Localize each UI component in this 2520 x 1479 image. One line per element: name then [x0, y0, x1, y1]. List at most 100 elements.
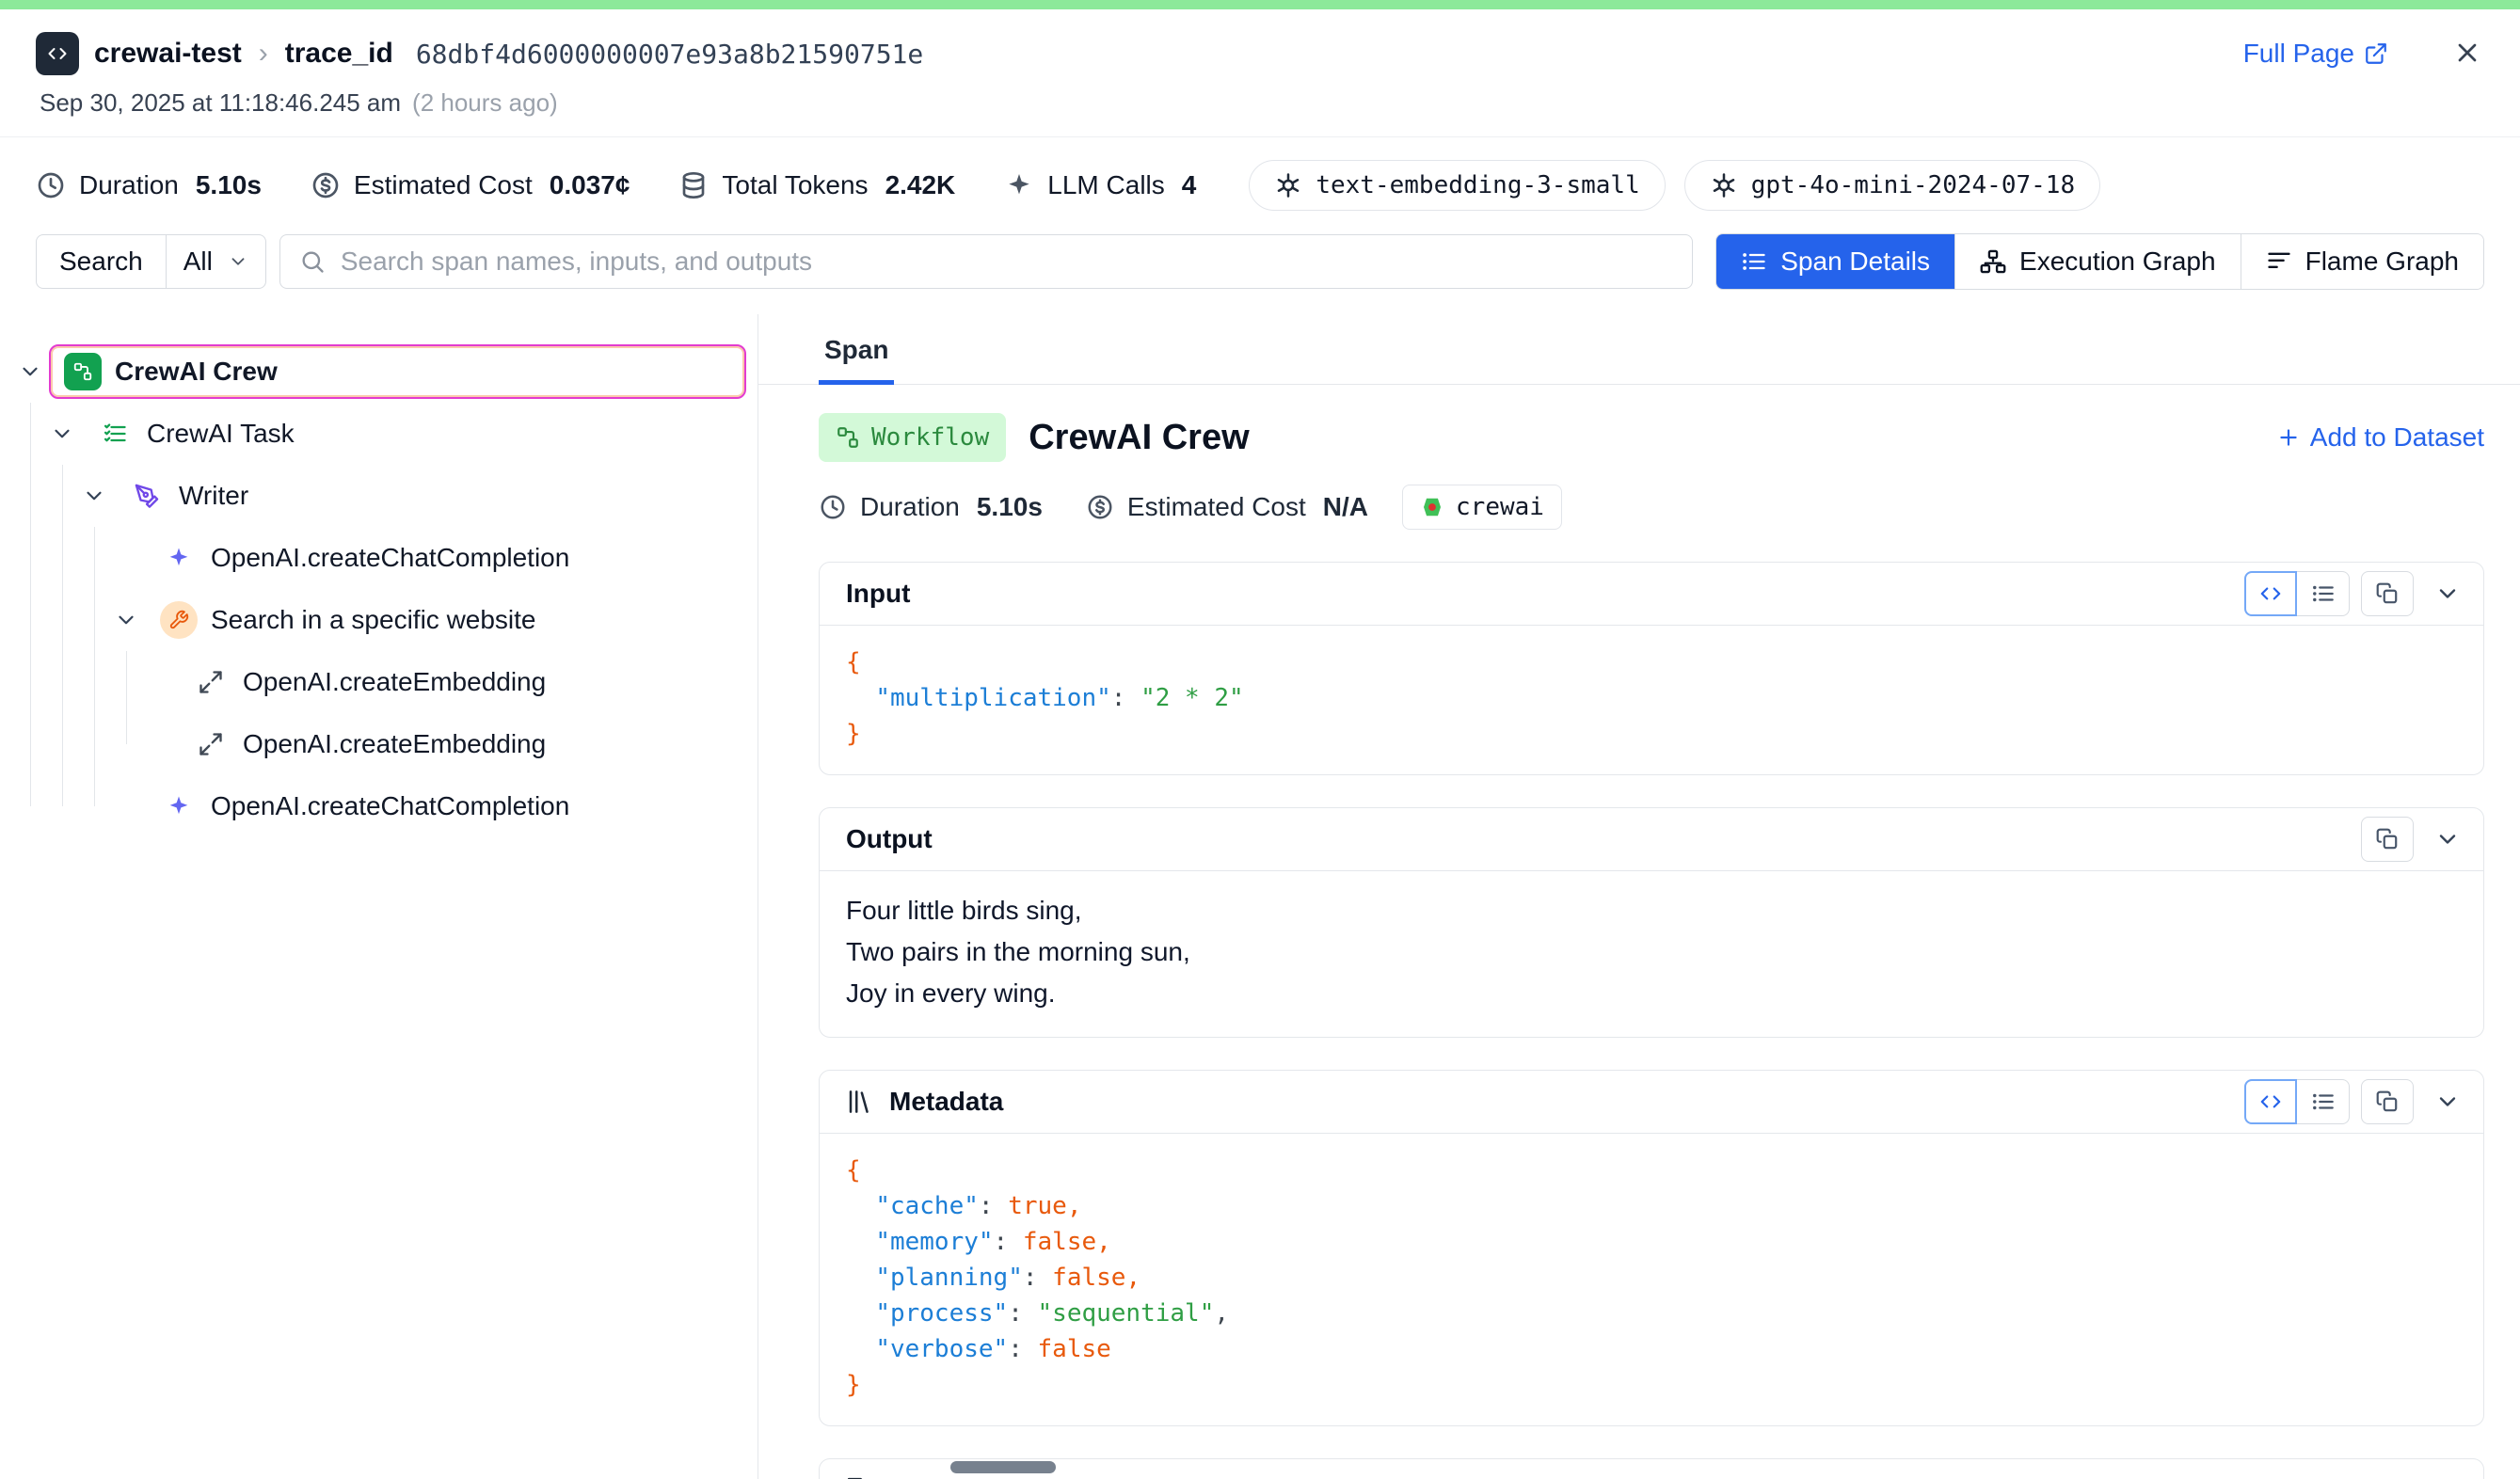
search-icon — [299, 248, 326, 275]
tree-node-label: Search in a specific website — [211, 605, 536, 635]
raw-json-view-button[interactable] — [2244, 1079, 2297, 1124]
view-button-span-details[interactable]: Span Details — [1716, 234, 1954, 289]
span-meta-row: Duration 5.10s Estimated Cost N/A crewai — [819, 485, 2484, 530]
stat-duration: Duration 5.10s — [36, 170, 262, 200]
view-format-toggle — [2244, 1079, 2350, 1124]
model-badges: text-embedding-3-small gpt-4o-mini-2024-0… — [1249, 160, 2100, 211]
tab-span[interactable]: Span — [819, 314, 894, 385]
tree-node-crewai-crew[interactable]: CrewAI Crew — [0, 341, 752, 403]
trace-type-icon — [36, 32, 79, 75]
view-format-toggle — [2244, 571, 2350, 616]
metadata-section: Metadata { "cache": true, "memory": fals… — [819, 1070, 2484, 1426]
tree-node-openai-createembedding[interactable]: OpenAI.createEmbedding — [0, 713, 752, 775]
tree-node-writer[interactable]: Writer — [0, 465, 752, 527]
tree-node-openai-createchatcompletion[interactable]: OpenAI.createChatCompletion — [0, 527, 752, 589]
tree-node-crewai-task[interactable]: CrewAI Task — [0, 403, 752, 465]
stat-total-tokens: Total Tokens 2.42K — [678, 170, 955, 200]
code-line: } — [846, 1367, 2457, 1403]
close-icon — [2452, 38, 2482, 68]
expand-tags-button[interactable] — [2425, 1468, 2470, 1479]
code-icon — [2258, 1089, 2283, 1114]
llm-icon — [160, 787, 198, 825]
tree-node-openai-createembedding[interactable]: OpenAI.createEmbedding — [0, 651, 752, 713]
tree-node-openai-createchatcompletion[interactable]: OpenAI.createChatCompletion — [0, 775, 752, 837]
formatted-view-button[interactable] — [2297, 571, 2350, 616]
search-scope-group: Search All — [36, 234, 266, 289]
copy-icon — [2375, 827, 2400, 851]
chevron-down-icon — [2434, 580, 2461, 607]
output-line: Four little birds sing, — [846, 890, 2457, 931]
full-page-button[interactable]: Full Page — [2243, 39, 2388, 69]
model-badge[interactable]: text-embedding-3-small — [1249, 160, 1665, 211]
add-to-dataset-button[interactable]: Add to Dataset — [2276, 422, 2484, 453]
library-icon — [846, 1088, 874, 1116]
crewai-logo-icon — [1420, 495, 1444, 519]
tags-section: Tags — [819, 1458, 2484, 1479]
close-button[interactable] — [2452, 38, 2482, 71]
input-section-header: Input — [820, 563, 2483, 625]
view-button-execution-graph[interactable]: Execution Graph — [1954, 234, 2241, 289]
tree-node-label: CrewAI Crew — [115, 357, 278, 387]
breadcrumb-project[interactable]: crewai-test — [94, 38, 242, 70]
input-section: Input { "multiplication": "2 * 2"} — [819, 562, 2484, 775]
code-line: { — [846, 1153, 2457, 1188]
flame-icon — [2266, 248, 2292, 275]
code-line: } — [846, 716, 2457, 752]
output-section: Output Four little birds sing,Two pairs … — [819, 807, 2484, 1038]
tree-expander-chevron-down-icon[interactable] — [11, 359, 49, 384]
detail-body: Workflow CrewAI Crew Add to Dataset Dura… — [758, 385, 2520, 1479]
tree-expander-chevron-down-icon[interactable] — [75, 484, 113, 508]
copy-output-button[interactable] — [2361, 817, 2414, 862]
tree-guide-line — [126, 651, 127, 744]
trace-stats-bar: Duration 5.10s Estimated Cost 0.037¢ Tot… — [0, 137, 2520, 228]
crew-icon — [64, 353, 102, 390]
tree-node-label: OpenAI.createEmbedding — [243, 729, 546, 759]
input-json: { "multiplication": "2 * 2"} — [820, 625, 2483, 774]
detail-tabbar: Span — [758, 314, 2520, 385]
raw-json-view-button[interactable] — [2244, 571, 2297, 616]
code-line: "memory": false, — [846, 1224, 2457, 1260]
copy-input-button[interactable] — [2361, 571, 2414, 616]
code-line: "cache": true, — [846, 1188, 2457, 1224]
external-link-icon — [2364, 41, 2388, 66]
horizontal-scrollbar-thumb[interactable] — [950, 1461, 1056, 1473]
code-line: { — [846, 644, 2457, 680]
trace-id-value: 68dbf4d6000000007e93a8b21590751e — [416, 39, 923, 70]
openai-logo-icon — [1274, 171, 1302, 199]
tree-expander-chevron-down-icon[interactable] — [107, 608, 145, 632]
search-input[interactable] — [341, 246, 1673, 277]
metadata-section-header: Metadata — [820, 1071, 2483, 1133]
collapse-metadata-button[interactable] — [2425, 1079, 2470, 1124]
tree-expander-chevron-down-icon[interactable] — [43, 421, 81, 446]
search-toolbar: Search All Span DetailsExecution GraphFl… — [0, 228, 2520, 314]
collapse-input-button[interactable] — [2425, 571, 2470, 616]
copy-metadata-button[interactable] — [2361, 1079, 2414, 1124]
tree-node-search-in-a-specific-website[interactable]: Search in a specific website — [0, 589, 752, 651]
copy-icon — [2375, 581, 2400, 606]
main-split: CrewAI CrewCrewAI TaskWriterOpenAI.creat… — [0, 314, 2520, 1479]
span-detail-panel: Span Workflow CrewAI Crew Add to Dataset — [758, 314, 2520, 1479]
plus-icon — [2276, 425, 2301, 450]
model-badge[interactable]: gpt-4o-mini-2024-07-18 — [1684, 160, 2100, 211]
tree-node-label: CrewAI Task — [147, 419, 295, 449]
span-estimated-cost: Estimated Cost N/A — [1086, 492, 1368, 522]
code-icon — [46, 42, 69, 65]
tree-guide-line — [30, 403, 31, 806]
collapse-output-button[interactable] — [2425, 817, 2470, 862]
view-button-flame-graph[interactable]: Flame Graph — [2241, 234, 2483, 289]
search-scope-select[interactable]: All — [167, 235, 265, 288]
tree-guide-line — [94, 527, 95, 806]
search-label: Search — [37, 235, 167, 288]
trace-timestamp: Sep 30, 2025 at 11:18:46.245 am — [40, 88, 401, 118]
status-strip — [0, 0, 2520, 9]
formatted-view-button[interactable] — [2297, 1079, 2350, 1124]
tree-node-label: OpenAI.createChatCompletion — [211, 791, 569, 821]
cost-icon — [311, 170, 341, 200]
chevron-down-icon — [228, 251, 248, 272]
search-box — [279, 234, 1693, 289]
sparkle-icon — [1004, 170, 1034, 200]
breadcrumb-separator-icon: › — [259, 38, 268, 70]
code-line: "verbose": false — [846, 1331, 2457, 1367]
cost-icon — [1086, 493, 1114, 521]
list-icon — [2311, 581, 2336, 606]
